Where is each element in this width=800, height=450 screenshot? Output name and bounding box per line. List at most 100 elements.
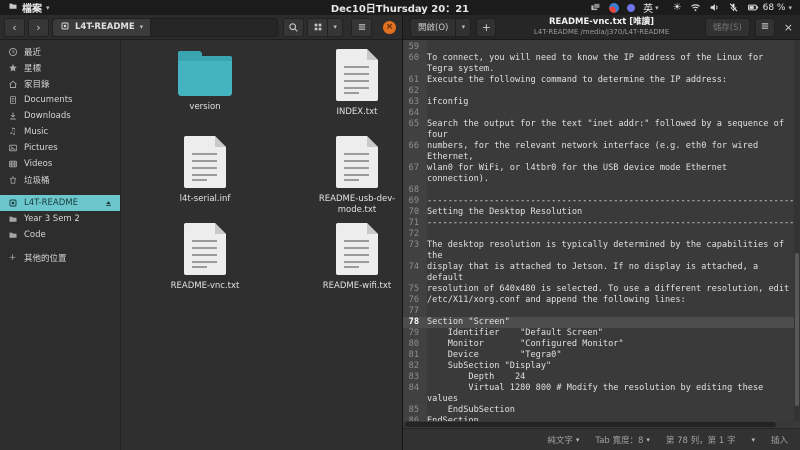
editor-line[interactable]: 71 --------------------------------------… — [403, 218, 800, 229]
editor-line[interactable]: 68 — [403, 185, 800, 196]
file-item-readme-vnc-txt[interactable]: README-vnc.txt — [131, 220, 279, 307]
window-stack-icon[interactable] — [590, 2, 601, 13]
file-item-readme-usb-dev-mode-txt[interactable]: README-usb-dev-mode.txt — [283, 133, 402, 220]
file-item-index-txt[interactable]: INDEX.txt — [283, 46, 402, 133]
editor-line[interactable]: values — [403, 394, 800, 405]
sidebar-item-documents[interactable]: Documents — [0, 92, 120, 108]
plus-icon: + — [8, 252, 17, 263]
eject-icon[interactable] — [104, 199, 113, 208]
editor-line[interactable]: 70 Setting the Desktop Resolution — [403, 207, 800, 218]
editor-line[interactable]: 77 — [403, 306, 800, 317]
cursor-position[interactable]: 第 78 列，第 1 字 — [666, 434, 736, 446]
horizontal-scrollbar-thumb[interactable] — [405, 422, 777, 427]
input-method-dot-icon[interactable] — [627, 3, 636, 12]
firefox-icon[interactable] — [609, 2, 620, 13]
ime-label: 英 — [643, 4, 654, 15]
search-button[interactable] — [283, 17, 305, 37]
clock[interactable]: Dec10日Thursday 20：21 — [331, 0, 469, 15]
location-button[interactable]: L4T-README ▾ — [53, 18, 152, 36]
editor-line[interactable]: 72 — [403, 229, 800, 240]
file-item-version[interactable]: version — [131, 46, 279, 133]
editor-line[interactable]: 75 resolution of 640x480 is selected. To … — [403, 284, 800, 295]
editor-line[interactable]: 62 — [403, 86, 800, 97]
line-number — [403, 64, 423, 75]
line-number: 74 — [408, 262, 419, 272]
document-path: L4T-README /media/j370/L4T-README — [533, 27, 670, 36]
editor-line[interactable]: Tegra system. — [403, 64, 800, 75]
sidebar-item-music[interactable]: ♫ Music — [0, 124, 120, 140]
horizontal-scrollbar[interactable] — [403, 421, 794, 428]
view-dropdown-button[interactable]: ▾ — [328, 17, 344, 37]
editor-line[interactable]: 65 Search the output for the text "inet a… — [403, 119, 800, 130]
sidebar-item-item-0[interactable]: 最近 — [0, 44, 120, 60]
editor-line[interactable]: 66 numbers, for the relevant network inte… — [403, 141, 800, 152]
editor-line[interactable]: 69 --------------------------------------… — [403, 196, 800, 207]
vertical-scrollbar[interactable] — [794, 40, 800, 421]
sidebar-item-year-3-sem-2[interactable]: Year 3 Sem 2 — [0, 211, 120, 227]
tab-width-selector[interactable]: Tab 寬度：8 ▾ — [595, 434, 650, 446]
app-menu-files[interactable]: 檔案 ▾ — [0, 0, 58, 15]
line-number: 69 — [408, 196, 419, 206]
ime-indicator[interactable]: 英 ▾ — [643, 0, 659, 16]
brightness-icon[interactable]: ☀ — [673, 2, 682, 13]
editor-line[interactable]: connection). — [403, 174, 800, 185]
editor-line[interactable]: 83 Depth 24 — [403, 372, 800, 383]
sidebar-item-videos[interactable]: Videos — [0, 156, 120, 172]
editor-line[interactable]: 63 ifconfig — [403, 97, 800, 108]
editor-line[interactable]: Ethernet, — [403, 152, 800, 163]
editor-line[interactable]: 80 Monitor "Configured Monitor" — [403, 339, 800, 350]
sidebar-item-downloads[interactable]: Downloads — [0, 108, 120, 124]
grid-view-button[interactable] — [307, 17, 329, 37]
file-item-l4t-serial-inf[interactable]: l4t-serial.inf — [131, 133, 279, 220]
file-name: l4t-serial.inf — [179, 194, 231, 204]
vertical-scrollbar-thumb[interactable] — [795, 253, 799, 406]
editor-line[interactable]: 60 To connect, you will need to know the … — [403, 53, 800, 64]
editor-line[interactable]: the — [403, 251, 800, 262]
save-button[interactable]: 儲存(S) — [704, 17, 750, 37]
line-number: 65 — [408, 119, 419, 129]
location-bar[interactable]: L4T-README ▾ — [52, 17, 279, 37]
editor-line[interactable]: 79 Identifier "Default Screen" — [403, 328, 800, 339]
editor-line[interactable]: 81 Device "Tegra0" — [403, 350, 800, 361]
editor-line[interactable]: 59 — [403, 42, 800, 53]
file-item-readme-wifi-txt[interactable]: README-wifi.txt — [283, 220, 402, 307]
sidebar-item-item-12[interactable]: + 其他的位置 — [0, 250, 120, 266]
chevron-down-icon[interactable]: ▾ — [751, 436, 755, 444]
sidebar-item-item-8[interactable]: 垃圾桶 — [0, 172, 120, 188]
insert-mode[interactable]: 插入 — [771, 434, 788, 446]
close-window-button[interactable]: × — [383, 20, 396, 34]
editor-line[interactable]: four — [403, 130, 800, 141]
window-menu-button[interactable] — [351, 17, 373, 37]
text-area[interactable]: 59 60 To connect, you will need to know th… — [403, 40, 800, 428]
line-text: Virtual 1280 800 # Modify the resolution… — [427, 383, 764, 393]
editor-line[interactable]: 67 wlan0 for WiFi, or l4tbr0 for the USB … — [403, 163, 800, 174]
editor-line[interactable]: 61 Execute the following command to deter… — [403, 75, 800, 86]
sidebar-item-item-2[interactable]: 家目錄 — [0, 76, 120, 92]
language-selector[interactable]: 純文字 ▾ — [547, 434, 579, 446]
editor-line-current[interactable]: 78 Section "Screen" — [403, 317, 800, 328]
editor-line[interactable]: 73 The desktop resolution is typically de… — [403, 240, 800, 251]
battery-indicator[interactable]: 68 % ▾ — [747, 2, 792, 13]
new-tab-button[interactable]: + — [476, 17, 497, 37]
sidebar-item-pictures[interactable]: Pictures — [0, 140, 120, 156]
back-button[interactable]: ‹ — [4, 17, 25, 37]
editor-menu-button[interactable] — [754, 17, 775, 37]
star-icon — [7, 63, 18, 73]
editor-line[interactable]: default — [403, 273, 800, 284]
sidebar-item-item-1[interactable]: 星標 — [0, 60, 120, 76]
microphone-muted-icon[interactable] — [728, 2, 739, 13]
editor-line[interactable]: 74 display that is attached to Jetson. If… — [403, 262, 800, 273]
forward-button[interactable]: › — [28, 17, 49, 37]
editor-line[interactable]: 85 EndSubSection — [403, 405, 800, 416]
editor-line[interactable]: 82 SubSection "Display" — [403, 361, 800, 372]
editor-line[interactable]: 76/etc/X11/xorg.conf and append the foll… — [403, 295, 800, 306]
close-editor-button[interactable]: × — [784, 22, 793, 33]
sidebar-item-l4t-readme[interactable]: L4T-README — [0, 195, 120, 211]
wifi-icon[interactable] — [690, 2, 701, 13]
volume-icon[interactable] — [709, 2, 720, 13]
editor-line[interactable]: 64 — [403, 108, 800, 119]
editor-line[interactable]: 84 Virtual 1280 800 # Modify the resolut… — [403, 383, 800, 394]
open-button[interactable]: 開啟(O) — [410, 17, 457, 37]
open-dropdown-button[interactable]: ▾ — [456, 17, 472, 37]
sidebar-item-code[interactable]: Code — [0, 227, 120, 243]
